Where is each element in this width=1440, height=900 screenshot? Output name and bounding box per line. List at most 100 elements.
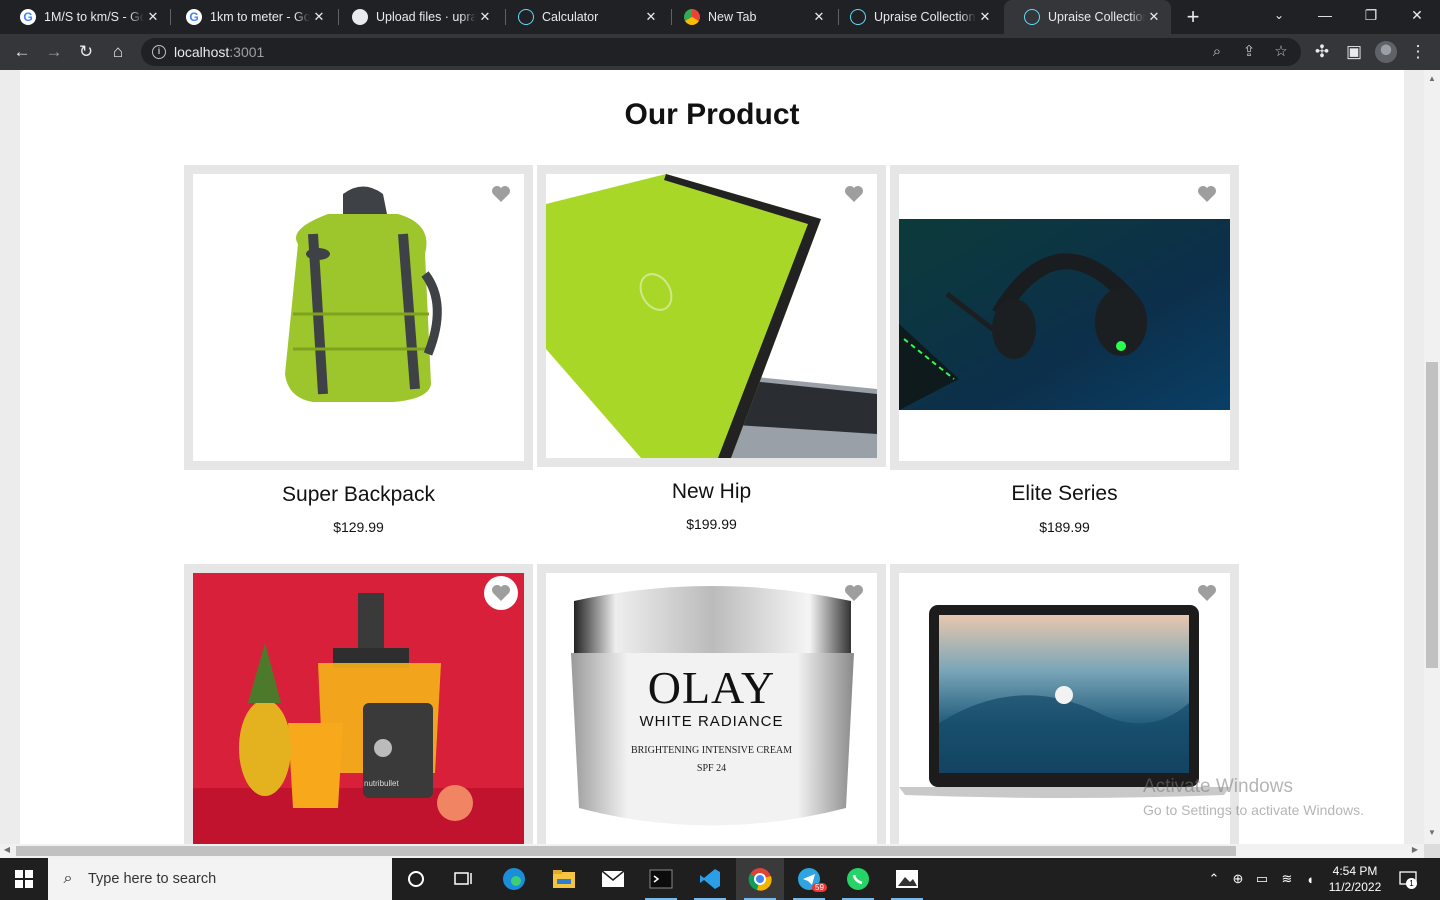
wifi-icon[interactable]: ≋ (1276, 858, 1298, 900)
forward-arrow-icon[interactable]: → (41, 39, 67, 65)
scroll-up-arrow-icon[interactable]: ▲ (1424, 74, 1440, 83)
product-price: $189.99 (1039, 519, 1090, 535)
tray-chevron-up-icon[interactable]: ⌃ (1204, 858, 1224, 900)
olay-line: WHITE RADIANCE (639, 713, 784, 730)
olay-spf: SPF 24 (696, 763, 727, 774)
tab-6[interactable]: Upraise Collection ✕ (830, 0, 1002, 34)
windows-taskbar: ⌕ Type here to search 59 ⌃ ⊕ ▭ ≋ ◖ 4:54 … (0, 858, 1440, 900)
site-info-icon[interactable]: i (152, 45, 166, 59)
dell-laptop-image (546, 174, 877, 458)
close-tab-icon[interactable]: ✕ (810, 9, 828, 25)
product-name: New Hip (671, 480, 752, 503)
horizontal-scroll-thumb[interactable] (16, 846, 1236, 856)
chrome-taskbar-icon[interactable] (736, 858, 784, 900)
url-host: localhost (174, 44, 230, 60)
bookmark-star-icon[interactable]: ☆ (1270, 41, 1292, 63)
tab-2[interactable]: G 1km to meter - Go ✕ (166, 0, 336, 34)
product-price: $199.99 (686, 516, 737, 532)
notification-count: 1 (1406, 878, 1417, 889)
react-icon (850, 9, 866, 25)
horizontal-scrollbar[interactable]: ◀ ▶ (0, 844, 1424, 858)
mail-icon[interactable] (589, 858, 637, 900)
taskbar-search-box[interactable]: ⌕ Type here to search (48, 858, 392, 900)
scrollbar-corner (1424, 844, 1440, 858)
tab-4[interactable]: Calculator ✕ (498, 0, 668, 34)
close-tab-icon[interactable]: ✕ (144, 9, 162, 25)
extensions-puzzle-icon[interactable]: ✣ (1309, 39, 1335, 65)
product-name: Elite Series (1011, 482, 1118, 505)
tab-title: New Tab (708, 10, 757, 24)
google-icon: G (20, 9, 36, 25)
profile-avatar[interactable] (1375, 41, 1397, 63)
scroll-right-arrow-icon[interactable]: ▶ (1410, 845, 1420, 854)
page-content: Our Product Super Backpack $129.99 New H… (20, 70, 1404, 844)
backpack-image (193, 174, 524, 461)
task-view-icon[interactable] (440, 858, 488, 900)
heart-icon[interactable] (1190, 177, 1224, 211)
tray-device-icon[interactable]: ⊕ (1228, 858, 1248, 900)
scroll-down-arrow-icon[interactable]: ▼ (1424, 828, 1440, 837)
file-explorer-icon[interactable] (540, 858, 588, 900)
tab-5[interactable]: New Tab ✕ (664, 0, 836, 34)
google-icon: G (186, 9, 202, 25)
vertical-scroll-thumb[interactable] (1426, 362, 1438, 668)
tab-3[interactable]: Upload files · uprai ✕ (332, 0, 502, 34)
menu-kebab-icon[interactable]: ⋮ (1405, 39, 1431, 65)
react-icon (518, 9, 534, 25)
heart-icon[interactable] (484, 177, 518, 211)
close-tab-icon[interactable]: ✕ (642, 9, 660, 25)
minimize-icon[interactable]: — (1302, 0, 1348, 30)
product-image-frame (184, 165, 533, 470)
windows-start-icon[interactable] (0, 858, 48, 900)
notification-center-icon[interactable]: 1 (1396, 858, 1420, 900)
zoom-icon[interactable]: ⌕ (1206, 41, 1228, 63)
home-icon[interactable]: ⌂ (105, 39, 131, 65)
close-window-icon[interactable]: ✕ (1394, 0, 1440, 30)
tab-7-active[interactable]: Upraise Collection ✕ (1004, 0, 1171, 34)
product-image-frame (890, 165, 1239, 470)
close-tab-icon[interactable]: ✕ (310, 9, 328, 25)
edge-icon[interactable] (490, 858, 538, 900)
olay-brand: OLAY (647, 662, 776, 713)
juicer-image: nutribullet (193, 573, 524, 844)
tab-strip: G 1M/S to km/S - Go ✕ G 1km to meter - G… (0, 0, 1440, 34)
back-arrow-icon[interactable]: ← (9, 39, 35, 65)
side-panel-icon[interactable]: ▣ (1341, 39, 1367, 65)
close-tab-icon[interactable]: ✕ (1145, 9, 1163, 25)
reload-icon[interactable]: ↻ (73, 39, 99, 65)
share-icon[interactable]: ⇪ (1238, 41, 1260, 63)
taskbar-clock[interactable]: 4:54 PM 11/2/2022 (1322, 863, 1388, 895)
photos-icon[interactable] (883, 858, 931, 900)
browser-toolbar: ← → ↻ ⌂ i localhost:3001 ⌕ ⇪ ☆ ✣ ▣ ⋮ (0, 34, 1440, 70)
search-icon: ⌕ (63, 870, 73, 887)
product-image-frame (537, 165, 886, 467)
volume-icon[interactable]: ◖ (1300, 858, 1320, 900)
vertical-scrollbar[interactable]: ▲ ▼ (1424, 70, 1440, 844)
heart-icon[interactable] (484, 576, 518, 610)
cortana-icon[interactable] (392, 858, 440, 900)
scroll-left-arrow-icon[interactable]: ◀ (2, 845, 12, 854)
heart-icon[interactable] (837, 576, 871, 610)
chrome-icon (684, 9, 700, 25)
close-tab-icon[interactable]: ✕ (476, 9, 494, 25)
page-title: Our Product (624, 98, 800, 131)
terminal-icon[interactable] (637, 858, 685, 900)
heart-icon[interactable] (1190, 576, 1224, 610)
close-tab-icon[interactable]: ✕ (976, 9, 994, 25)
new-tab-plus-icon[interactable]: + (1180, 4, 1206, 30)
heart-icon[interactable] (837, 177, 871, 211)
tab-1[interactable]: G 1M/S to km/S - Go ✕ (0, 0, 170, 34)
tab-search-chevron-icon[interactable]: ⌄ (1256, 0, 1302, 30)
url-port: :3001 (229, 44, 265, 60)
olay-desc: BRIGHTENING INTENSIVE CREAM (630, 745, 793, 756)
address-bar[interactable]: i localhost:3001 ⌕ ⇪ ☆ (141, 38, 1301, 66)
vscode-icon[interactable] (686, 858, 734, 900)
telegram-badge: 59 (812, 883, 827, 892)
olay-cream-image: OLAY WHITE RADIANCE BRIGHTENING INTENSIV… (546, 573, 877, 844)
telegram-icon[interactable]: 59 (785, 858, 833, 900)
restore-icon[interactable]: ❐ (1348, 0, 1394, 30)
whatsapp-icon[interactable] (834, 858, 882, 900)
tab-title: 1M/S to km/S - Go (44, 10, 144, 24)
tab-title: Upraise Collection (874, 10, 976, 24)
battery-icon[interactable]: ▭ (1252, 858, 1272, 900)
